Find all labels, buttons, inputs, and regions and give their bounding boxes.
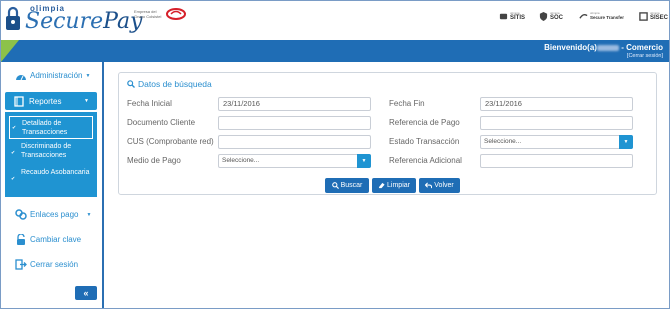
sidebar-item-cambiar-clave[interactable]: Cambiar clave [1,234,102,245]
limpiar-label: Limpiar [387,182,410,189]
secure-transfer-icon [579,13,588,19]
dashboard-icon [15,70,27,81]
cus-input[interactable] [218,135,371,149]
submenu-recaudo-asobancaria[interactable]: ✔ Recaudo Asobancaria [9,168,93,182]
submenu-label: Detallado de Transacciones [22,120,68,136]
search-icon [127,80,135,88]
eraser-icon [378,182,385,189]
partner-soc: olimpia SOC [539,10,563,22]
panel-title: Datos de búsqueda [127,79,212,89]
submenu-discriminado-transacciones[interactable]: ✔ Discriminado de Transacciones [9,142,93,160]
collapse-sidebar-button[interactable]: « [75,286,97,300]
fecha-fin-input[interactable]: 23/11/2016 [480,97,633,111]
header: olimpia SecurePay Empresa del Grupo Cols… [1,1,669,39]
caret-down-icon: ▼ [86,211,92,218]
partner-name: Secure Transfer [590,14,625,20]
partner-name: SOC [550,14,564,21]
sidebar-item-enlaces-pago[interactable]: Enlaces pago ▼ [1,209,102,220]
buscar-button[interactable]: Buscar [325,178,369,193]
search-panel: Datos de búsqueda Fecha Inicial 23/11/20… [118,72,657,195]
sidebar: Administración ▼ Reportes ▼ ✔ Detallado … [1,62,104,308]
soc-shield-icon [539,11,548,21]
sidebar-item-label: Reportes [29,96,62,106]
sidebar-item-cerrar-sesion[interactable]: Cerrar sesión [1,259,102,270]
referencia-adicional-input[interactable] [480,154,633,168]
medio-pago-label: Medio de Pago [127,156,181,165]
volver-label: Volver [434,182,454,189]
partner-name: SITIS [510,14,526,21]
referencia-pago-input[interactable] [480,116,633,130]
blurred-username [596,44,619,51]
referencia-pago-label: Referencia de Pago [389,118,460,127]
lock-logo-icon [6,6,20,30]
buscar-label: Buscar [340,182,363,189]
book-icon [13,95,25,107]
brand-secure-text: Secure [25,9,104,34]
sidebar-item-administracion[interactable]: Administración ▼ [1,70,102,81]
submenu-detallado-transacciones[interactable]: ✔ Detallado de Transacciones [9,116,93,139]
sidebar-item-label: Cerrar sesión [30,260,79,269]
welcome-prefix: Bienvenido(a) [544,43,597,52]
estado-transaccion-select[interactable]: Seleccione... ▼ [480,135,633,149]
check-icon: ✔ [12,125,17,131]
reportes-submenu: ✔ Detallado de Transacciones ✔ Discrimin… [5,112,97,197]
submenu-label: Recaudo Asobancaria [21,169,90,176]
sign-out-icon [15,259,27,270]
chevron-down-icon[interactable]: ▼ [619,135,633,149]
unlock-icon [15,234,27,245]
search-icon [331,182,339,189]
estado-transaccion-label: Estado Transacción [389,137,460,146]
group-text: Empresa del Grupo Colsistel [134,9,162,19]
welcome-text: Bienvenido(a) - Comercio [544,43,663,52]
caret-down-icon: ▼ [85,72,91,79]
sisec-logo-icon [639,11,648,21]
check-icon: ✔ [11,150,16,156]
fecha-inicial-label: Fecha Inicial [127,99,172,108]
panel-title-text: Datos de búsqueda [138,79,212,89]
sidebar-item-label: Cambiar clave [30,235,82,244]
documento-cliente-input[interactable] [218,116,371,130]
corner-accent [1,40,19,62]
welcome-area: Bienvenido(a) - Comercio [Cerrar sesión] [544,43,663,59]
partner-secure-transfer: olimpia Secure Transfer [579,10,624,22]
fecha-inicial-input[interactable]: 23/11/2016 [218,97,371,111]
check-icon: ✔ [11,176,16,182]
sidebar-item-label: Enlaces pago [30,210,79,219]
link-icon [15,209,27,220]
sitis-logo-icon [499,13,508,19]
medio-pago-value: Seleccione... [222,157,260,164]
top-bar: Bienvenido(a) - Comercio [Cerrar sesión] [1,40,669,62]
logout-link-top[interactable]: [Cerrar sesión] [544,53,663,59]
welcome-suffix: - Comercio [621,43,663,52]
partner-sisec: olimpia SISEC [639,10,668,22]
back-arrow-icon [425,182,433,189]
sidebar-item-reportes[interactable]: Reportes ▼ [5,92,97,110]
volver-button[interactable]: Volver [419,178,460,193]
caret-down-icon: ▼ [84,98,89,104]
submenu-label: Discriminado de Transacciones [21,143,72,159]
partner-sitis: olimpia SITIS [499,10,525,22]
partner-name: SISEC [650,14,669,21]
sidebar-item-label: Administración [30,71,83,80]
chevron-down-icon[interactable]: ▼ [357,154,371,168]
estado-transaccion-value: Seleccione... [484,138,522,145]
brand-securepay: SecurePay [25,9,142,34]
referencia-adicional-label: Referencia Adicional [389,156,462,165]
limpiar-button[interactable]: Limpiar [372,178,416,193]
fecha-fin-label: Fecha Fin [389,99,425,108]
group-logo-icon [166,8,186,20]
medio-pago-select[interactable]: Seleccione... ▼ [218,154,371,168]
cus-label: CUS (Comprobante red) [127,137,214,146]
documento-cliente-label: Documento Cliente [127,118,196,127]
